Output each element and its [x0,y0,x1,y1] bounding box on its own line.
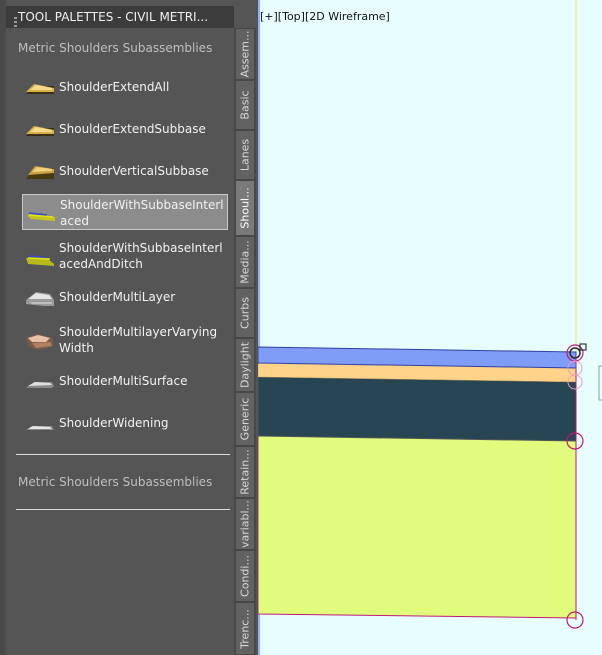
drawing-viewport[interactable]: [+][Top][2D Wireframe] [258,0,602,655]
item-label: ShoulderExtendAll [59,80,170,94]
palette-item-shoulder-multi-layer[interactable]: ShoulderMultiLayer [22,280,228,316]
item-label: ShoulderWithSubbaseInterlacedAndDitch [59,241,223,271]
item-label: ShoulderMultiSurface [59,374,188,388]
section-separator [16,454,230,455]
shoulder-multilayer-varying-icon [26,334,54,350]
palette-item-shoulder-extend-all[interactable]: ShoulderExtendAll [22,70,228,106]
item-label: ShoulderWithSubbaseInterlaced [60,198,224,228]
shoulder-extend-subbase-icon [26,126,54,136]
shoulder-interlaced-icon [27,212,55,221]
item-label: ShoulderExtendSubbase [59,122,206,136]
palette-item-shoulder-multi-surface[interactable]: ShoulderMultiSurface [22,364,228,400]
base-layer[interactable] [258,375,577,442]
grip-icon[interactable] [14,17,18,28]
palette-item-shoulder-vertical-subbase[interactable]: ShoulderVerticalSubbase [22,154,228,190]
tab-variable[interactable]: variabl... [235,498,255,550]
tab-basic[interactable]: Basic [235,80,255,130]
shoulder-widening-icon [26,426,54,430]
item-label: ShoulderVerticalSubbase [59,164,209,178]
palette-item-shoulder-extend-subbase[interactable]: ShoulderExtendSubbase [22,112,228,148]
subbase-layer[interactable] [258,432,577,619]
viewport-controls-label[interactable]: [+][Top][2D Wireframe] [260,10,390,23]
palette-item-shoulder-with-subbase-interlaced-and-ditch[interactable]: ShoulderWithSubbaseInterlacedAndDitch [22,238,228,274]
tab-conditional[interactable]: Condi... [235,550,255,602]
tab-retaining-walls[interactable]: Retain... [235,446,255,498]
tab-generic[interactable]: Generic [235,392,255,446]
section-header-label: Metric Shoulders Subassemblies [18,41,213,55]
palette-tab-strip: Assem... Basic Lanes Shoul... Media... C… [234,28,256,655]
tab-shoulders[interactable]: Shoul... [235,180,255,236]
tab-assemblies[interactable]: Assem... [235,28,255,80]
shoulder-multilayer-icon [26,292,54,306]
tab-medians[interactable]: Media... [235,236,255,288]
palette-item-shoulder-widening[interactable]: ShoulderWidening [22,406,228,442]
item-label: ShoulderMultiLayer [59,290,176,304]
tab-lanes[interactable]: Lanes [235,130,255,180]
tab-trench[interactable]: Trenc... [235,602,255,655]
tool-palette: TOOL PALETTES - CIVIL METRI... Metric Sh… [0,0,258,655]
section-separator [16,509,230,510]
section-footer-label: Metric Shoulders Subassemblies [18,475,213,489]
palette-title: TOOL PALETTES - CIVIL METRI... [18,10,209,24]
palette-item-shoulder-with-subbase-interlaced[interactable]: ShoulderWithSubbaseInterlaced [22,194,228,230]
palette-edge-strip [0,0,6,655]
shoulder-interlaced-ditch-icon [26,255,54,266]
palette-item-shoulder-multilayer-varying-width[interactable]: ShoulderMultilayerVaryingWidth [22,322,228,358]
item-label: ShoulderMultilayerVaryingWidth [59,325,218,355]
item-label: ShoulderWidening [59,416,169,430]
tab-curbs[interactable]: Curbs [235,288,255,338]
shoulder-multisurface-icon [26,382,54,388]
palette-title-bar[interactable]: TOOL PALETTES - CIVIL METRI... [6,6,234,28]
shoulder-extend-all-icon [26,84,54,94]
drawing-canvas[interactable] [258,0,602,655]
tab-daylight[interactable]: Daylight [235,338,255,392]
shoulder-vertical-subbase-icon [26,166,54,179]
